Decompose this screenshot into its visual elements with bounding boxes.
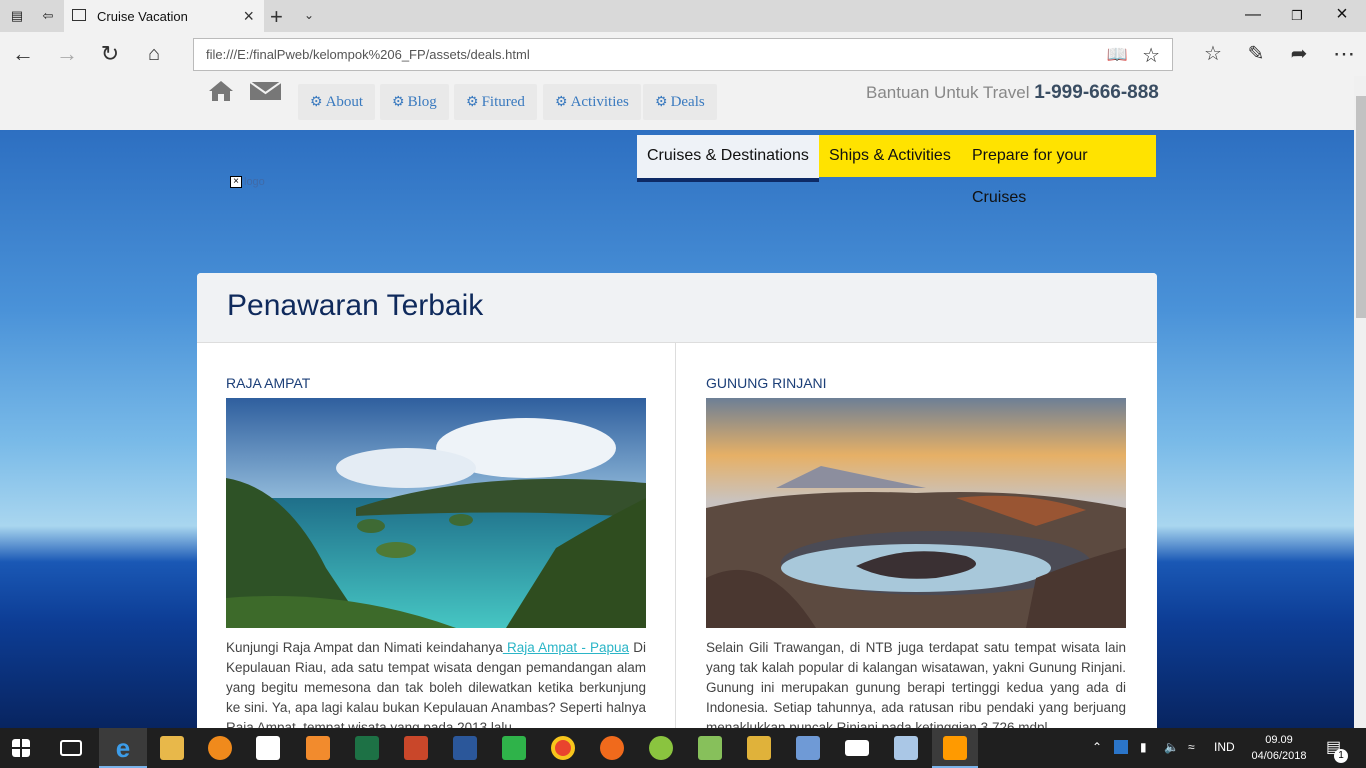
battery-icon[interactable]: ▮ [1140, 740, 1147, 754]
gear-icon: ⚙ [392, 95, 405, 110]
home-icon[interactable]: ⌂ [141, 42, 167, 66]
nav-activities[interactable]: ⚙ Activities [543, 84, 641, 120]
help-contact: Bantuan Untuk Travel 1-999-666-888 [866, 82, 1159, 104]
excel-icon[interactable] [355, 736, 379, 760]
close-tab-icon[interactable]: × [243, 6, 254, 27]
paint-app-icon[interactable] [208, 736, 232, 760]
broken-image-icon: × [230, 176, 242, 189]
browser-tab[interactable]: Cruise Vacation × [64, 0, 264, 32]
browser-tab-bar: ▤ ⇦ Cruise Vacation × + ⌄ — ❐ × [0, 0, 1366, 32]
chevron-down-icon[interactable]: ⌄ [304, 8, 314, 22]
deal-description: Kunjungi Raja Ampat dan Nimati keindahan… [226, 638, 646, 728]
tab-manager-icon[interactable]: ▤ [9, 8, 25, 24]
pen-icon[interactable]: ✎ [1243, 42, 1269, 66]
task-view-icon[interactable] [60, 740, 82, 756]
favorite-star-icon[interactable]: ☆ [1142, 43, 1160, 68]
file-explorer-icon[interactable] [160, 736, 184, 760]
nav-fitured-label: Fitured [481, 94, 525, 110]
set-tabs-aside-icon[interactable]: ⇦ [40, 8, 56, 24]
scrollbar-thumb[interactable] [1356, 96, 1366, 318]
new-tab-icon[interactable]: + [270, 4, 283, 30]
close-window-icon[interactable]: × [1332, 3, 1352, 26]
nav-activities-label: Activities [570, 94, 629, 110]
tools-icon[interactable] [747, 736, 771, 760]
deal-raja-ampat: RAJA AMPAT Kunjungi Raja Ampat dan Nimat… [197, 343, 676, 728]
site-top-nav: ⚙ About ⚙ Blog ⚙ Fitured ⚙ Activities ⚙ Deals… [0, 76, 1354, 130]
reading-view-icon[interactable]: 📖 [1107, 45, 1128, 65]
nav-fitured[interactable]: ⚙ Fitured [454, 84, 537, 120]
sublime-text-icon[interactable] [943, 736, 967, 760]
windows-start-icon[interactable] [12, 739, 30, 757]
deal-link[interactable]: Raja Ampat - Papua [503, 640, 629, 655]
gear-icon: ⚙ [310, 95, 323, 110]
nav-deals[interactable]: ⚙ Deals [643, 84, 717, 120]
firefox-icon[interactable] [600, 736, 624, 760]
tab-ships-activities[interactable]: Ships & Activities [819, 135, 962, 177]
nav-blog[interactable]: ⚙ Blog [380, 84, 449, 120]
wifi-icon[interactable]: ≈ [1188, 740, 1195, 754]
address-bar[interactable]: file:///E:/finalPweb/kelompok%206_FP/ass… [193, 38, 1173, 71]
gear-icon: ⚙ [466, 95, 479, 110]
nav-about[interactable]: ⚙ About [298, 84, 376, 120]
chrome-icon[interactable] [551, 736, 575, 760]
tab-title: Cruise Vacation [97, 9, 188, 24]
mail-icon[interactable] [250, 82, 281, 100]
mail-app-icon[interactable] [845, 740, 869, 756]
photos-icon[interactable] [649, 736, 673, 760]
section-title: Penawaran Terbaik [227, 289, 484, 322]
xampp-icon[interactable] [306, 736, 330, 760]
restore-icon[interactable]: ❐ [1287, 8, 1307, 24]
language-indicator[interactable]: IND [1214, 740, 1235, 754]
url-text: file:///E:/finalPweb/kelompok%206_FP/ass… [206, 47, 530, 62]
forward-icon[interactable]: → [54, 42, 80, 66]
gear-icon: ⚙ [555, 95, 568, 110]
deal-title: GUNUNG RINJANI [706, 375, 827, 391]
help-phone[interactable]: 1-999-666-888 [1034, 82, 1159, 103]
logo-alt: logo [244, 176, 265, 188]
clock-date: 04/06/2018 [1251, 750, 1307, 762]
page-icon [72, 9, 86, 21]
back-icon[interactable]: ← [10, 42, 36, 66]
raja-ampat-photo [226, 398, 646, 628]
chevron-up-icon[interactable]: ⌃ [1092, 740, 1102, 754]
powerpoint-icon[interactable] [404, 736, 428, 760]
web-page: ⚙ About ⚙ Blog ⚙ Fitured ⚙ Activities ⚙ Deals… [0, 76, 1354, 728]
notification-badge: 1 [1334, 749, 1348, 763]
share-icon[interactable]: ➦ [1286, 42, 1312, 66]
nav-about-label: About [325, 94, 364, 110]
deal-description: Selain Gili Trawangan, di NTB juga terda… [706, 640, 1126, 728]
gunung-rinjani-photo [706, 398, 1126, 628]
word-icon[interactable] [453, 736, 477, 760]
tab-cruises-destinations[interactable]: Cruises & Destinations [637, 135, 819, 182]
refresh-icon[interactable]: ↻ [97, 42, 123, 66]
paint-palette-icon[interactable] [796, 736, 820, 760]
deals-card: Penawaran Terbaik RAJA AMPAT Kunjungi Ra… [197, 273, 1157, 728]
nav-blog-label: Blog [407, 94, 437, 110]
clock-time: 09.09 [1265, 734, 1293, 746]
deal-text-before: Kunjungi Raja Ampat dan Nimati keindahan… [226, 640, 503, 655]
tab-prepare-cruises[interactable]: Prepare for your Cruises [962, 135, 1156, 206]
notepad-plus-icon[interactable] [698, 736, 722, 760]
network-status-icon[interactable] [1114, 740, 1128, 754]
gear-icon: ⚙ [655, 95, 668, 110]
card-header: Penawaran Terbaik [197, 273, 1157, 343]
help-label: Bantuan Untuk Travel [866, 83, 1030, 102]
minimize-icon[interactable]: — [1243, 6, 1263, 24]
deal-gunung-rinjani: GUNUNG RINJANI Selain Gili Trawangan, di… [677, 343, 1156, 728]
windows-taskbar: e ⌃ ▮ 🔈 ≈ IND 09.09 04/06/2018 ▤ 1 [0, 728, 1366, 768]
logo[interactable]: × logo [230, 176, 265, 189]
android-studio-icon[interactable] [502, 736, 526, 760]
nav-deals-label: Deals [670, 94, 705, 110]
deal-title: RAJA AMPAT [226, 375, 311, 391]
home-icon[interactable] [208, 80, 234, 102]
volume-icon[interactable]: 🔈 [1164, 740, 1179, 754]
favorites-hub-icon[interactable]: ☆ [1200, 42, 1226, 66]
more-icon[interactable]: ⋯ [1331, 42, 1357, 66]
store-icon[interactable] [256, 736, 280, 760]
edge-icon[interactable]: e [111, 735, 135, 761]
remote-desktop-icon[interactable] [894, 736, 918, 760]
clock[interactable]: 09.09 04/06/2018 [1248, 732, 1310, 764]
